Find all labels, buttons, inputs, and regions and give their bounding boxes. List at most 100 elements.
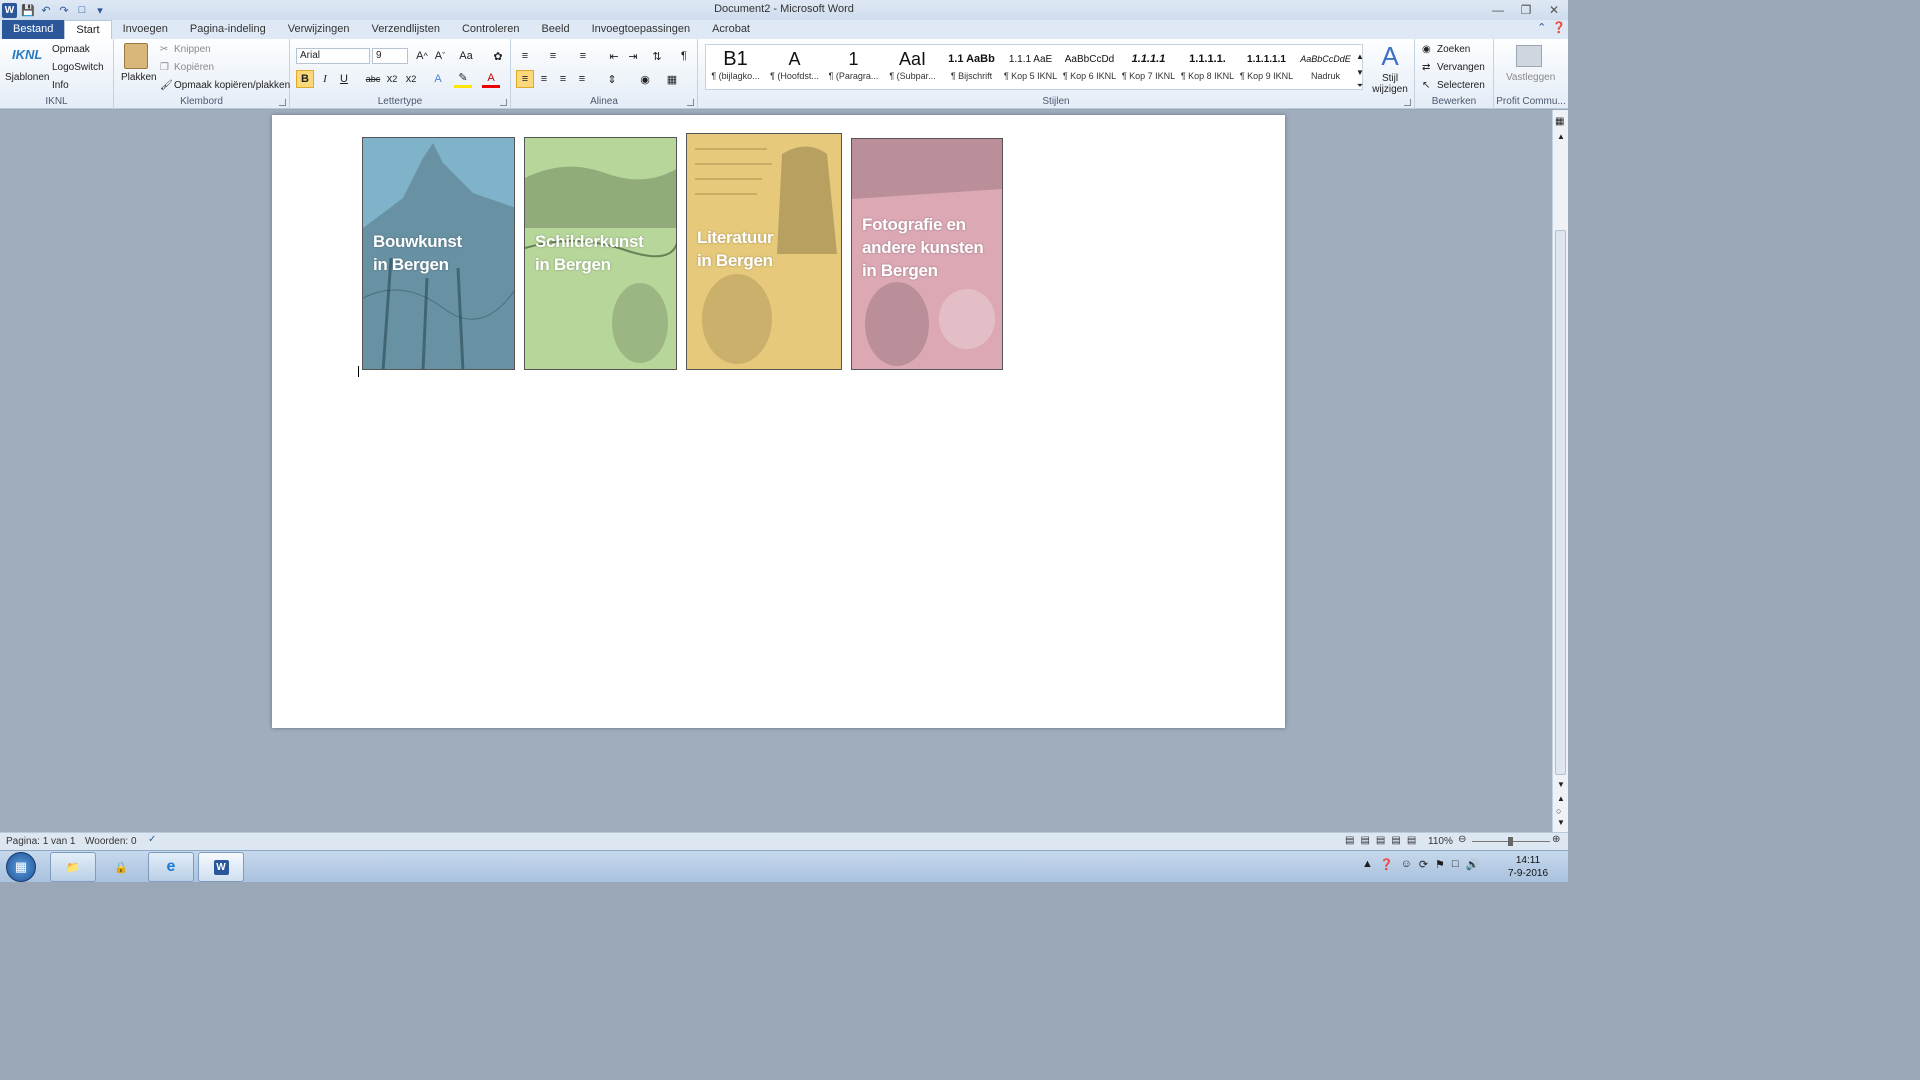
- undo-icon[interactable]: ↶: [39, 3, 53, 17]
- outline-view-icon[interactable]: ▤: [1391, 835, 1400, 846]
- justify-icon[interactable]: ≡: [573, 70, 591, 88]
- grow-font-icon[interactable]: A ^: [413, 47, 431, 65]
- copy-icon[interactable]: ❐: [160, 62, 169, 73]
- tab-verzendlijsten[interactable]: Verzendlijsten: [360, 20, 451, 39]
- numbering-icon[interactable]: ≡: [544, 47, 562, 65]
- style-item[interactable]: A ¶ (Hoofdst...: [765, 45, 824, 91]
- ruler-toggle-icon[interactable]: ▦: [1555, 116, 1564, 127]
- tray-flag-icon[interactable]: ⚑: [1435, 858, 1445, 871]
- style-item[interactable]: 1 ¶ (Paragra...: [824, 45, 883, 91]
- scissors-icon[interactable]: ✂: [160, 44, 168, 55]
- decrease-indent-icon[interactable]: ⇤: [605, 47, 623, 65]
- customize-qat-icon[interactable]: ▾: [93, 3, 107, 17]
- taskbar-lock-icon[interactable]: 🔒: [98, 852, 144, 882]
- font-color-icon[interactable]: A: [482, 70, 500, 88]
- knippen-button[interactable]: Knippen: [174, 44, 211, 55]
- redo-icon[interactable]: ↷: [57, 3, 71, 17]
- style-item[interactable]: AaBbCcDd ¶ Kop 6 IKNL: [1060, 45, 1119, 91]
- tab-beeld[interactable]: Beeld: [530, 20, 580, 39]
- browse-object-icon[interactable]: ○: [1556, 806, 1561, 816]
- text-effects-icon[interactable]: A: [429, 70, 447, 88]
- alinea-launcher-icon[interactable]: [687, 99, 694, 106]
- style-item[interactable]: AaBbCcDdE Nadruk: [1296, 45, 1355, 91]
- align-center-icon[interactable]: ≡: [535, 70, 553, 88]
- font-size-select[interactable]: 9: [372, 48, 408, 64]
- style-item[interactable]: 1.1 AaBb ¶ Bijschrift: [942, 45, 1001, 91]
- style-item[interactable]: 1.1.1.1 ¶ Kop 7 IKNL: [1119, 45, 1178, 91]
- style-item[interactable]: B1 ¶ (bijlagko...: [706, 45, 765, 91]
- save-icon[interactable]: 💾: [21, 3, 35, 17]
- borders-icon[interactable]: ▦: [663, 70, 681, 88]
- taskbar-ie-icon[interactable]: e: [148, 852, 194, 882]
- zoom-slider-thumb[interactable]: [1508, 837, 1513, 846]
- sort-icon[interactable]: ⇅: [648, 47, 666, 65]
- stijlen-launcher-icon[interactable]: [1404, 99, 1411, 106]
- document-page[interactable]: Bouwkunst in Bergen Schilderkunst in Berge…: [272, 115, 1285, 728]
- styles-more-icon[interactable]: ⏷: [1351, 77, 1369, 95]
- word-app-icon[interactable]: W: [2, 2, 17, 18]
- sjablonen-button[interactable]: Sjablonen: [5, 72, 49, 83]
- format-painter-icon[interactable]: 🖌: [160, 80, 173, 91]
- proofing-icon[interactable]: ✓: [148, 834, 156, 845]
- tab-acrobat[interactable]: Acrobat: [701, 20, 761, 39]
- tab-invoegen[interactable]: Invoegen: [112, 20, 179, 39]
- scroll-up-icon[interactable]: ▲: [1557, 132, 1565, 141]
- vastleggen-button[interactable]: Vastleggen: [1506, 72, 1555, 83]
- tab-start[interactable]: Start: [64, 20, 112, 39]
- word-count[interactable]: Woorden: 0: [85, 836, 137, 847]
- taskbar-word-icon[interactable]: W: [198, 852, 244, 882]
- tray-help-icon[interactable]: ❓: [1380, 858, 1394, 871]
- kopieren-button[interactable]: Kopiëren: [174, 62, 214, 73]
- clock[interactable]: 14:11 7-9-2016: [1500, 854, 1556, 880]
- clear-formatting-icon[interactable]: ✿: [489, 47, 507, 65]
- vervangen-button[interactable]: Vervangen: [1437, 62, 1485, 73]
- paste-icon[interactable]: [124, 43, 148, 69]
- scroll-thumb[interactable]: [1555, 230, 1566, 775]
- tab-invoegtoepassingen[interactable]: Invoegtoepassingen: [581, 20, 701, 39]
- style-item[interactable]: 1.1.1.1.1 ¶ Kop 9 IKNL: [1237, 45, 1296, 91]
- tray-folder-icon[interactable]: □: [1452, 858, 1459, 871]
- help-icon[interactable]: ❓: [1552, 21, 1566, 34]
- taskbar-explorer-icon[interactable]: 📁: [50, 852, 96, 882]
- tab-bestand[interactable]: Bestand: [2, 20, 65, 39]
- stijl-wijzigen-button[interactable]: Stijl wijzigen: [1372, 73, 1408, 95]
- print-layout-view-icon[interactable]: ▤: [1345, 835, 1354, 846]
- tab-controleren[interactable]: Controleren: [451, 20, 530, 39]
- superscript-icon[interactable]: x2: [402, 70, 420, 88]
- page-count[interactable]: Pagina: 1 van 1: [6, 836, 76, 847]
- bold-icon[interactable]: B: [296, 70, 314, 88]
- tab-verwijzingen[interactable]: Verwijzingen: [277, 20, 361, 39]
- cover-schilderkunst[interactable]: Schilderkunst in Bergen: [524, 137, 677, 370]
- minimize-button[interactable]: —: [1484, 0, 1512, 20]
- tray-sync-icon[interactable]: ⟳: [1419, 858, 1428, 871]
- info-button[interactable]: Info: [52, 80, 69, 91]
- cover-literatuur[interactable]: Literatuur in Bergen: [686, 133, 842, 370]
- zoeken-button[interactable]: Zoeken: [1437, 44, 1470, 55]
- bullets-icon[interactable]: ≡: [516, 47, 534, 65]
- zoom-in-icon[interactable]: ⊕: [1552, 834, 1560, 845]
- change-styles-icon[interactable]: A: [1375, 42, 1405, 70]
- line-spacing-icon[interactable]: ⇕: [603, 70, 621, 88]
- restore-button[interactable]: ❐: [1512, 0, 1540, 20]
- cover-fotografie[interactable]: Fotografie en andere kunsten in Bergen: [851, 138, 1003, 370]
- tray-network-icon[interactable]: ▲: [1362, 858, 1373, 871]
- close-button[interactable]: ✕: [1540, 0, 1568, 20]
- style-item[interactable]: 1.1.1.1. ¶ Kop 8 IKNL: [1178, 45, 1237, 91]
- selecteren-button[interactable]: Selecteren: [1437, 80, 1485, 91]
- new-document-icon[interactable]: □: [75, 3, 89, 17]
- lettertype-launcher-icon[interactable]: [500, 99, 507, 106]
- opmaak-kopieren-button[interactable]: Opmaak kopiëren/plakken: [174, 80, 290, 91]
- scroll-down-icon[interactable]: ▼: [1557, 780, 1565, 789]
- font-name-select[interactable]: Arial: [296, 48, 370, 64]
- subscript-icon[interactable]: x2: [383, 70, 401, 88]
- previous-page-icon[interactable]: ▲: [1557, 794, 1565, 803]
- shrink-font-icon[interactable]: Aˇ: [431, 47, 449, 65]
- align-left-icon[interactable]: ≡: [516, 70, 534, 88]
- pilcrow-icon[interactable]: ¶: [675, 47, 693, 65]
- align-right-icon[interactable]: ≡: [554, 70, 572, 88]
- tray-volume-icon[interactable]: 🔊: [1466, 858, 1480, 871]
- web-layout-view-icon[interactable]: ▤: [1376, 835, 1385, 846]
- draft-view-icon[interactable]: ▤: [1407, 835, 1416, 846]
- italic-icon[interactable]: I: [316, 70, 334, 88]
- zoom-level[interactable]: 110%: [1428, 836, 1453, 847]
